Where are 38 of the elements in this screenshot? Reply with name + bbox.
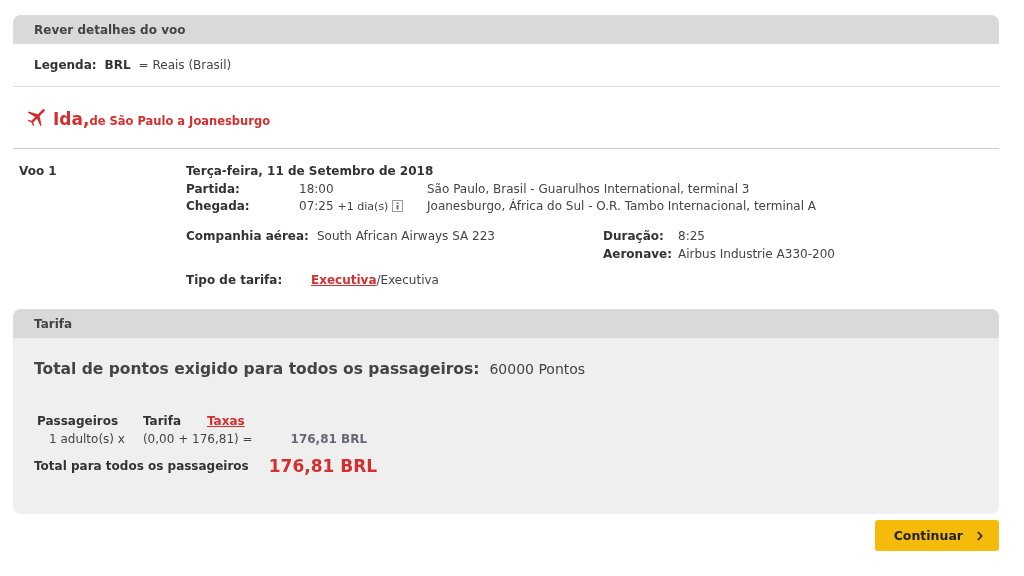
route-text: de São Paulo a Joanesburgo bbox=[89, 114, 271, 128]
detail-value: 8:25 bbox=[678, 229, 706, 243]
amount: 176,81 BRL bbox=[289, 432, 369, 446]
detail-value: Airbus Industrie A330-200 bbox=[678, 247, 836, 261]
column-header: Tarifa bbox=[142, 414, 183, 428]
continue-button[interactable]: Continuar bbox=[874, 520, 999, 551]
passenger-count: 1 adulto(s) x bbox=[48, 432, 125, 446]
flight-name: Voo 1 bbox=[19, 164, 58, 180]
fare-type-text: /Executiva bbox=[376, 273, 439, 287]
segment-time: 18:00 bbox=[299, 182, 334, 196]
airline-label: Companhia aérea: bbox=[186, 229, 310, 243]
info-icon[interactable] bbox=[392, 200, 404, 212]
panel-header: Rever detalhes do voo bbox=[13, 15, 999, 44]
day-offset: +1 dia(s) bbox=[337, 199, 389, 213]
points-value: 60000 Pontos bbox=[489, 361, 586, 377]
fare-formula: (0,00 + 176,81) = bbox=[142, 432, 253, 446]
segment-place: São Paulo, Brasil - Guarulhos International, terminal 3 bbox=[427, 182, 751, 196]
direction-title: Ida, bbox=[53, 111, 90, 128]
currency-code: BRL bbox=[104, 58, 131, 72]
column-header-link[interactable]: Taxas bbox=[206, 414, 253, 428]
airplane-icon bbox=[25, 106, 47, 128]
points-label: Total de pontos exigido para todos os passageiros: bbox=[34, 360, 480, 378]
column-header: Passageiros bbox=[37, 414, 120, 428]
currency-meaning: = Reais (Brasil) bbox=[138, 58, 232, 72]
segment-label: Chegada: bbox=[186, 199, 251, 213]
segment-time: 07:25 bbox=[299, 199, 334, 213]
fare-type-label: Tipo de tarifa: bbox=[186, 273, 284, 287]
segment-label: Partida: bbox=[186, 182, 241, 196]
airline-value: South African Airways SA 223 bbox=[317, 229, 496, 243]
detail-label: Aeronave: bbox=[603, 247, 672, 261]
total-value: 176,81 BRL bbox=[268, 456, 378, 476]
total-label: Total para todos os passageiros bbox=[34, 459, 249, 473]
flight-date: Terça-feira, 11 de Setembro de 2018 bbox=[186, 164, 435, 178]
segment-place: Joanesburgo, África do Sul - O.R. Tambo Internacional, terminal A bbox=[427, 199, 818, 213]
legend-label: Legenda: bbox=[34, 58, 97, 72]
fare-type-link[interactable]: Executiva bbox=[311, 273, 377, 287]
panel-header: Tarifa bbox=[13, 309, 999, 338]
detail-label: Duração: bbox=[603, 229, 665, 243]
